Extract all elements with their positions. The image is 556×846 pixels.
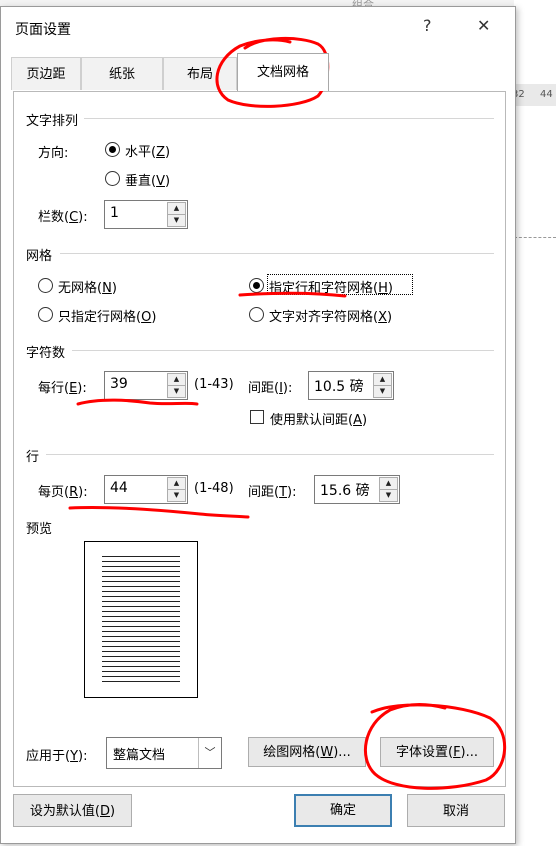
per-line-spinner[interactable]: 39 ▲ ▼ — [104, 371, 188, 400]
lines-and-chars-radio[interactable] — [249, 278, 264, 293]
lines-only-label[interactable]: 只指定行网格(O) — [58, 306, 156, 325]
close-button[interactable]: ✕ — [477, 16, 490, 35]
no-grid-radio[interactable] — [38, 278, 53, 293]
snap-chars-label[interactable]: 文字对齐字符网格(X) — [269, 306, 392, 325]
preview-title: 预览 — [26, 518, 59, 537]
group-divider — [46, 454, 494, 455]
tab-paper[interactable]: 纸张 — [81, 57, 163, 90]
char-pitch-label: 间距(I): — [248, 381, 293, 396]
columns-label: 栏数(C): — [38, 210, 88, 225]
ruler-tick: 44 — [540, 89, 553, 100]
apply-to-label: 应用于(Y): — [26, 749, 88, 764]
char-pitch-spinner[interactable]: 10.5 磅 ▲ ▼ — [308, 371, 394, 400]
preview-text-line — [102, 616, 180, 617]
chevron-down-icon[interactable]: ﹀ — [198, 738, 221, 768]
lines-and-chars-label[interactable]: 指定行和字符网格(H) — [269, 277, 393, 296]
preview-text-line — [102, 636, 180, 637]
dialog-titlebar: 页面设置 ? ✕ — [1, 7, 515, 47]
char-pitch-value: 10.5 磅 — [314, 379, 364, 395]
columns-spinner[interactable]: 1 ▲ ▼ — [104, 200, 188, 229]
spin-down-icon[interactable]: ▼ — [167, 489, 186, 502]
apply-to-value: 整篇文档 — [113, 748, 166, 763]
preview-text-line — [102, 681, 180, 682]
line-pitch-label: 间距(T): — [248, 485, 297, 500]
preview-text-line — [102, 571, 180, 572]
preview-text-line — [102, 591, 180, 592]
preview-text-line — [102, 641, 180, 642]
preview-text-line — [102, 596, 180, 597]
preview-text-line — [102, 566, 180, 567]
set-default-button[interactable]: 设为默认值(D) — [13, 794, 132, 827]
preview-text-line — [102, 661, 180, 662]
direction-label: 方向: — [38, 146, 69, 161]
page-setup-dialog: 页面设置 ? ✕ 页边距 纸张 布局 文档网格 文字排列 方向: 水平(Z) 垂… — [0, 6, 516, 844]
font-settings-button[interactable]: 字体设置(F)... — [380, 737, 494, 767]
tab-document-grid[interactable]: 文档网格 — [237, 53, 329, 91]
vertical-radio[interactable] — [105, 171, 120, 186]
per-page-spinner[interactable]: 44 ▲ ▼ — [104, 475, 188, 504]
grid-title: 网格 — [26, 245, 59, 264]
group-divider — [60, 253, 494, 254]
per-line-label: 每行(E): — [38, 381, 87, 396]
text-layout-title: 文字排列 — [26, 110, 85, 129]
preview-text-line — [102, 671, 180, 672]
preview-text-line — [102, 601, 180, 602]
horizontal-radio[interactable] — [105, 142, 120, 157]
group-divider — [84, 118, 494, 119]
background-ruler: 32 44 — [512, 84, 556, 106]
lines-only-radio[interactable] — [38, 307, 53, 322]
cancel-button[interactable]: 取消 — [407, 794, 505, 827]
preview-text-line — [102, 576, 180, 577]
preview-text-line — [102, 656, 180, 657]
preview-text-line — [102, 626, 180, 627]
snap-chars-radio[interactable] — [249, 307, 264, 322]
tab-layout[interactable]: 布局 — [163, 57, 237, 90]
no-grid-label[interactable]: 无网格(N) — [58, 277, 117, 296]
help-button[interactable]: ? — [423, 16, 432, 35]
apply-to-select[interactable]: 整篇文档 ﹀ — [106, 737, 222, 769]
spin-down-icon[interactable]: ▼ — [379, 489, 398, 502]
background-document-area — [514, 0, 556, 846]
default-pitch-label[interactable]: 使用默认间距(A) — [270, 409, 367, 428]
preview-text-line — [102, 561, 180, 562]
drawing-grid-button[interactable]: 绘图网格(W)... — [248, 737, 366, 767]
preview-text-line — [102, 611, 180, 612]
preview-page — [84, 541, 198, 698]
line-pitch-spinner[interactable]: 15.6 磅 ▲ ▼ — [314, 475, 400, 504]
background-margin-line — [514, 237, 556, 238]
preview-text-line — [102, 556, 180, 557]
spin-down-icon[interactable]: ▼ — [167, 214, 186, 227]
preview-text-line — [102, 586, 180, 587]
per-page-range: (1-48) — [194, 481, 234, 496]
per-line-value: 39 — [110, 376, 128, 392]
tab-margins[interactable]: 页边距 — [11, 57, 81, 90]
preview-text-line — [102, 651, 180, 652]
line-pitch-value: 15.6 磅 — [320, 483, 370, 499]
per-line-range: (1-43) — [194, 377, 234, 392]
spin-down-icon[interactable]: ▼ — [373, 385, 392, 398]
per-page-value: 44 — [110, 480, 128, 496]
preview-text-line — [102, 676, 180, 677]
vertical-label[interactable]: 垂直(V) — [125, 170, 170, 189]
characters-title: 字符数 — [26, 342, 72, 361]
lines-title: 行 — [26, 446, 46, 465]
ok-button[interactable]: 确定 — [294, 794, 392, 827]
dialog-title: 页面设置 — [15, 22, 71, 38]
preview-text-line — [102, 606, 180, 607]
columns-value: 1 — [110, 205, 119, 221]
per-page-label: 每页(R): — [38, 485, 88, 500]
preview-text-line — [102, 621, 180, 622]
preview-text-line — [102, 646, 180, 647]
horizontal-label[interactable]: 水平(Z) — [125, 141, 170, 160]
group-divider — [72, 350, 494, 351]
preview-text-line — [102, 631, 180, 632]
default-pitch-checkbox[interactable] — [250, 410, 264, 424]
preview-text-line — [102, 581, 180, 582]
spin-down-icon[interactable]: ▼ — [167, 385, 186, 398]
preview-text-line — [102, 666, 180, 667]
